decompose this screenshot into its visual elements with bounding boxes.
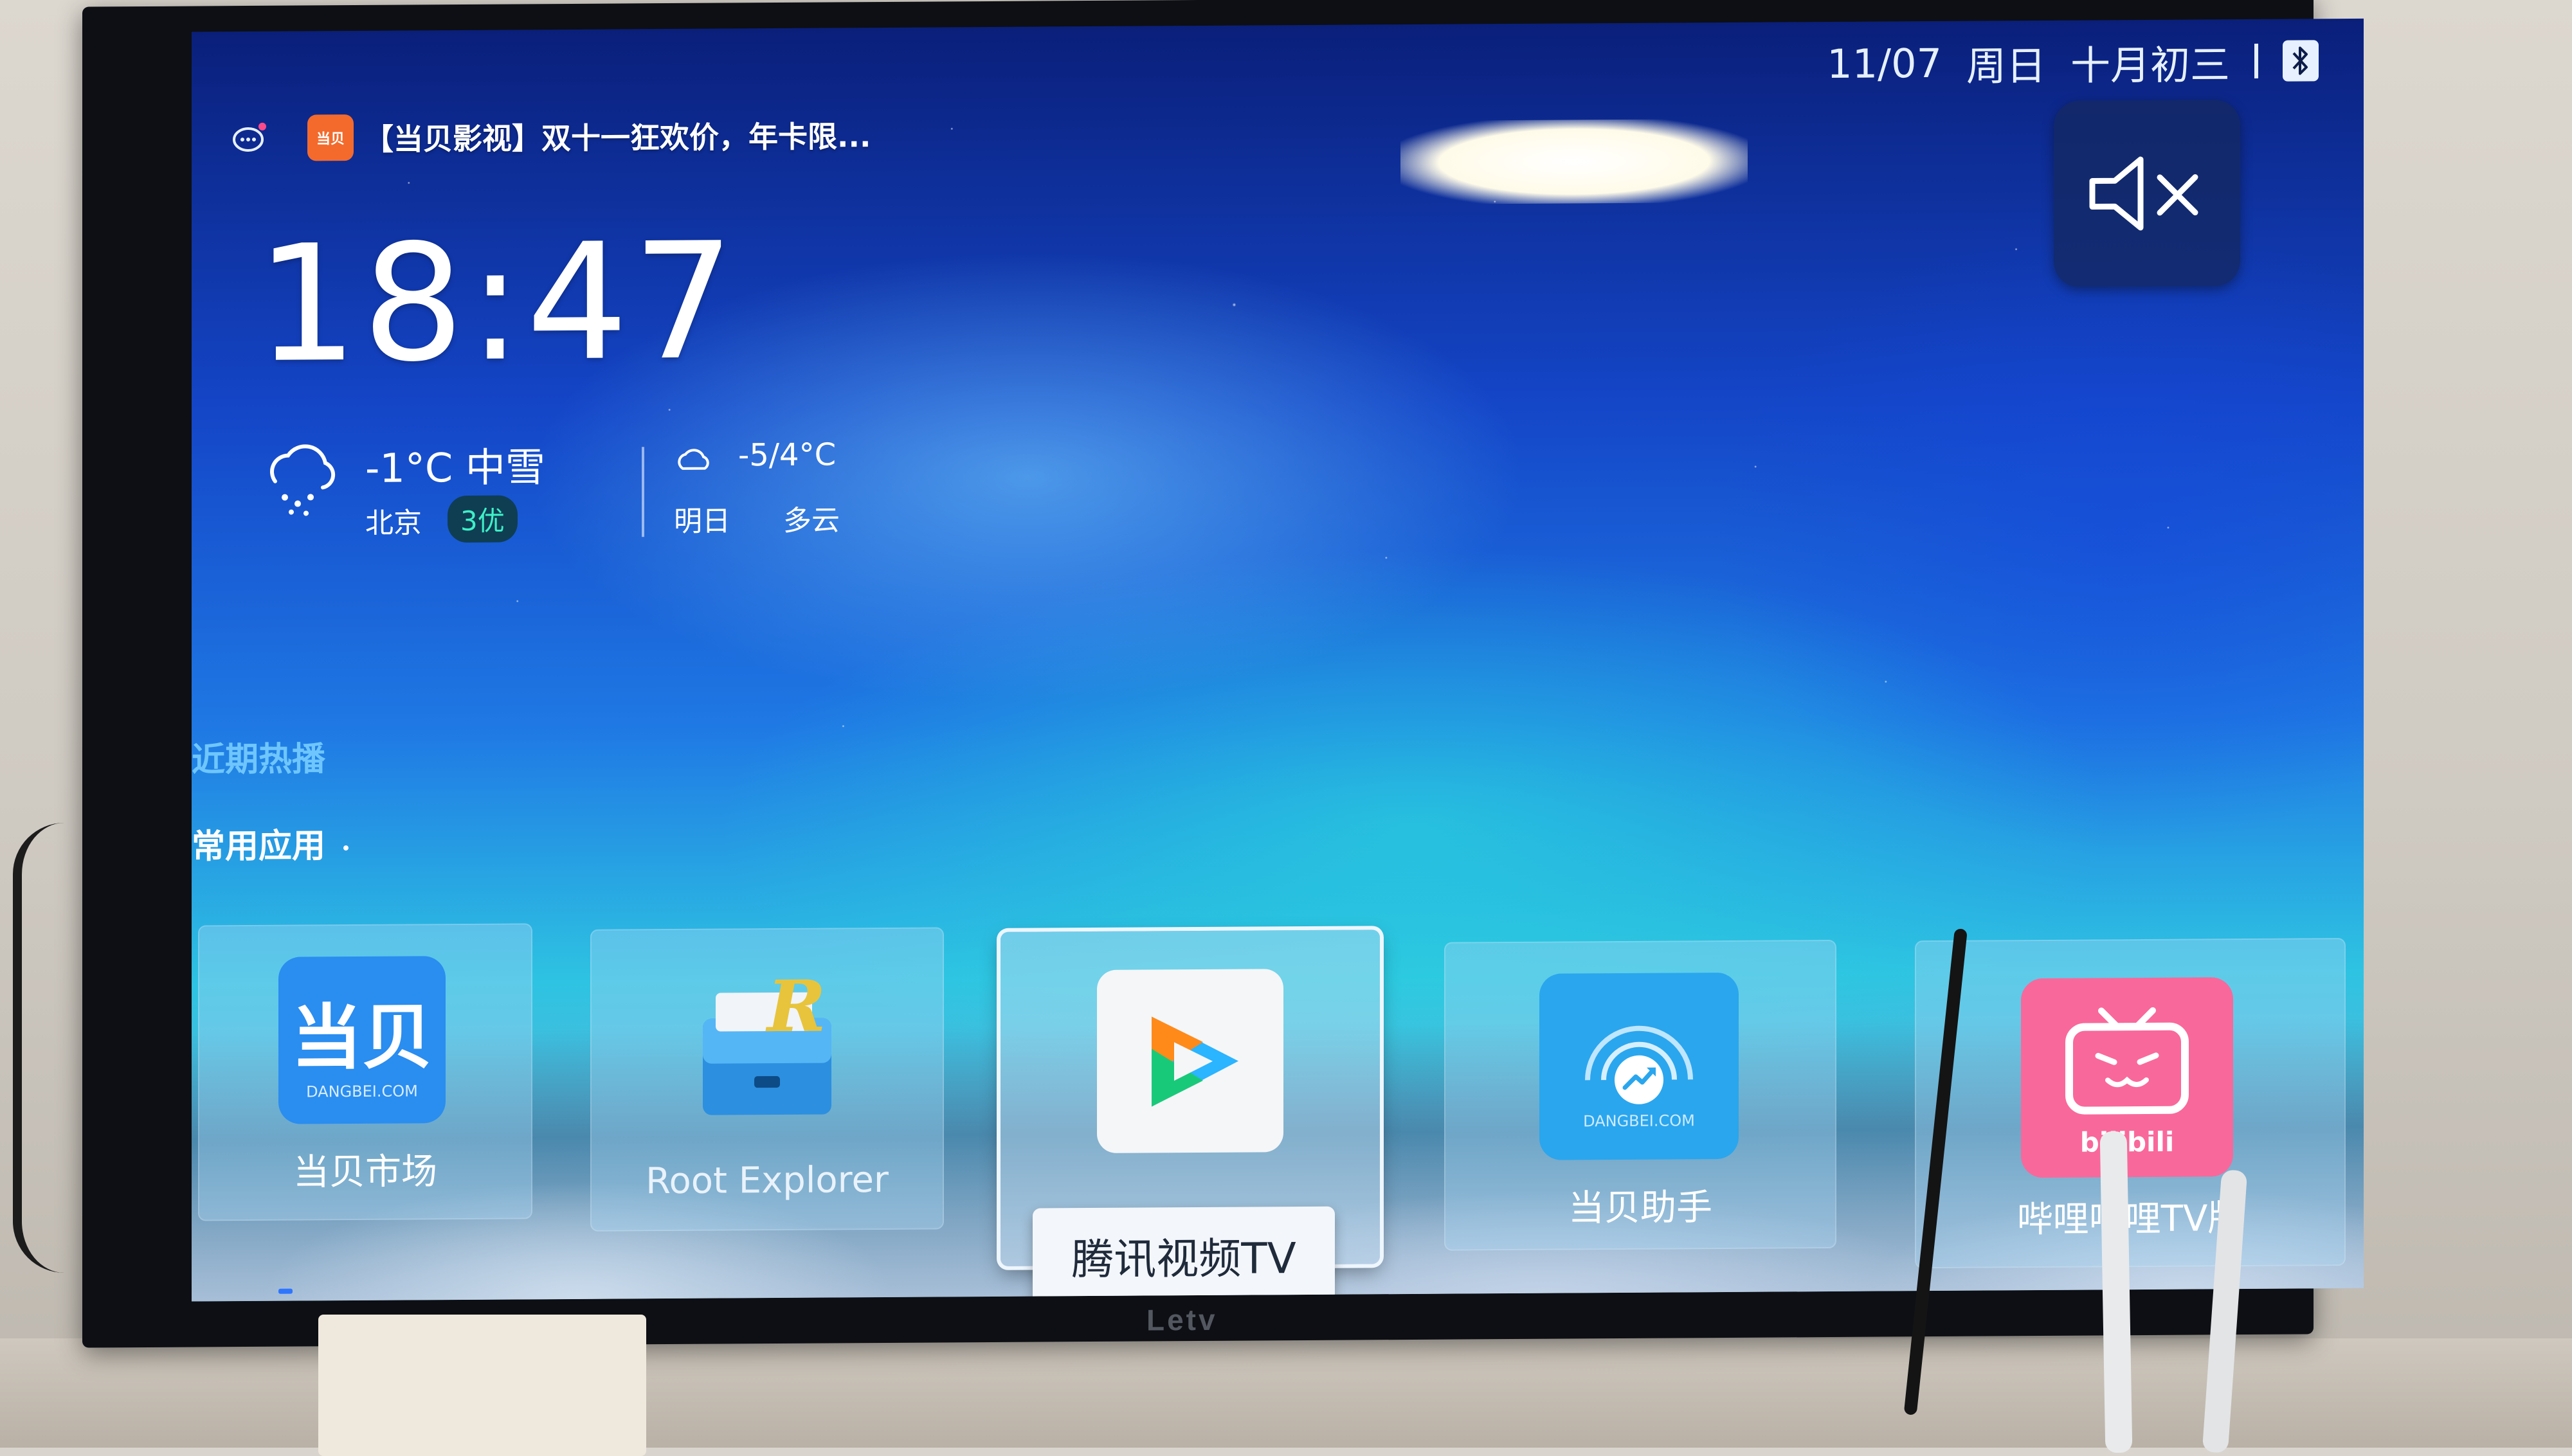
app-label: 哔哩哔哩TV版 bbox=[2016, 1198, 2244, 1241]
lunar-date: 十月初三 bbox=[2070, 41, 2230, 89]
section-recent-hot[interactable]: 近期热播 bbox=[192, 732, 325, 780]
dangbei-video-icon: 当贝 bbox=[307, 114, 354, 161]
date: 11/07 bbox=[1827, 39, 1942, 87]
tv-brand-logo: Letv bbox=[1146, 1302, 1218, 1337]
tomorrow-temperature: -5/4°C bbox=[738, 436, 837, 474]
status-bar: 11/07 周日 十月初三 bbox=[1827, 31, 2319, 93]
snow-cloud-icon bbox=[270, 444, 336, 516]
section-common-apps[interactable]: 常用应用 bbox=[192, 818, 349, 867]
city-name: 北京 bbox=[365, 507, 422, 540]
app-tile-tencent-video[interactable]: 腾讯视频TV bbox=[1001, 930, 1380, 1302]
root-explorer-icon-text: R bbox=[765, 966, 826, 1048]
dangbei-assistant-icon-sub: DANGBEI.COM bbox=[1583, 1111, 1695, 1131]
ceiling-light-reflection bbox=[1400, 118, 1748, 205]
dangbei-market-icon-text: 当贝 bbox=[291, 996, 433, 1079]
app-label: 当贝助手 bbox=[1568, 1187, 1712, 1230]
tomorrow-condition: 多云 bbox=[783, 504, 840, 537]
power-led bbox=[278, 1288, 293, 1294]
app-tile-root-explorer[interactable]: R Root Explorer bbox=[590, 927, 944, 1232]
section-common-apps-label: 常用应用 bbox=[192, 827, 326, 867]
speaker-mute-icon bbox=[2089, 156, 2198, 231]
root-explorer-icon: R bbox=[690, 966, 844, 1128]
app-tile-dangbei-market[interactable]: 当贝 DANGBEI.COM 当贝市场 bbox=[198, 923, 532, 1221]
cardboard-box bbox=[318, 1315, 646, 1456]
status-divider bbox=[2254, 43, 2258, 78]
air-quality-badge: 3优 bbox=[448, 495, 518, 543]
app-tile-dangbei-assistant[interactable]: DANGBEI.COM 当贝助手 bbox=[1444, 939, 1836, 1251]
app-tile-bilibili[interactable]: bilibili 哔哩哔哩TV版 bbox=[1915, 938, 2346, 1269]
app-label: 当贝市场 bbox=[293, 1151, 437, 1194]
tv-bezel: 当贝 【当贝影视】双十一狂欢价，年卡限... 11/07 周日 十月初三 18:… bbox=[82, 0, 2364, 1348]
weekday: 周日 bbox=[1966, 42, 2046, 90]
mute-indicator[interactable] bbox=[2054, 100, 2240, 287]
app-label: 腾讯视频TV bbox=[1033, 1206, 1335, 1302]
message-icon[interactable] bbox=[230, 119, 269, 157]
current-temperature: -1°C 中雪 bbox=[365, 444, 545, 492]
section-dot bbox=[343, 845, 349, 851]
app-label: Root Explorer bbox=[646, 1158, 889, 1203]
cloud-icon bbox=[678, 449, 709, 470]
notif-app-badge: 当贝 bbox=[316, 131, 345, 148]
bluetooth-icon bbox=[2283, 40, 2319, 82]
dangbei-assistant-icon: DANGBEI.COM bbox=[1539, 972, 1739, 1160]
tomorrow-label: 明日 bbox=[674, 505, 730, 538]
notification-text: 【当贝影视】双十一狂欢价，年卡限... bbox=[364, 119, 871, 157]
tencent-video-icon bbox=[1097, 969, 1283, 1153]
clock: 18:47 bbox=[256, 208, 739, 398]
dangbei-market-icon-sub: DANGBEI.COM bbox=[306, 1082, 418, 1101]
dangbei-market-icon: 当贝 DANGBEI.COM bbox=[278, 956, 446, 1124]
weather-divider bbox=[642, 447, 644, 537]
notification-bar[interactable]: 当贝 【当贝影视】双十一狂欢价，年卡限... bbox=[230, 111, 871, 161]
tv-screen: 当贝 【当贝影视】双十一狂欢价，年卡限... 11/07 周日 十月初三 18:… bbox=[192, 18, 2364, 1302]
router-antenna-left bbox=[2099, 1131, 2133, 1453]
